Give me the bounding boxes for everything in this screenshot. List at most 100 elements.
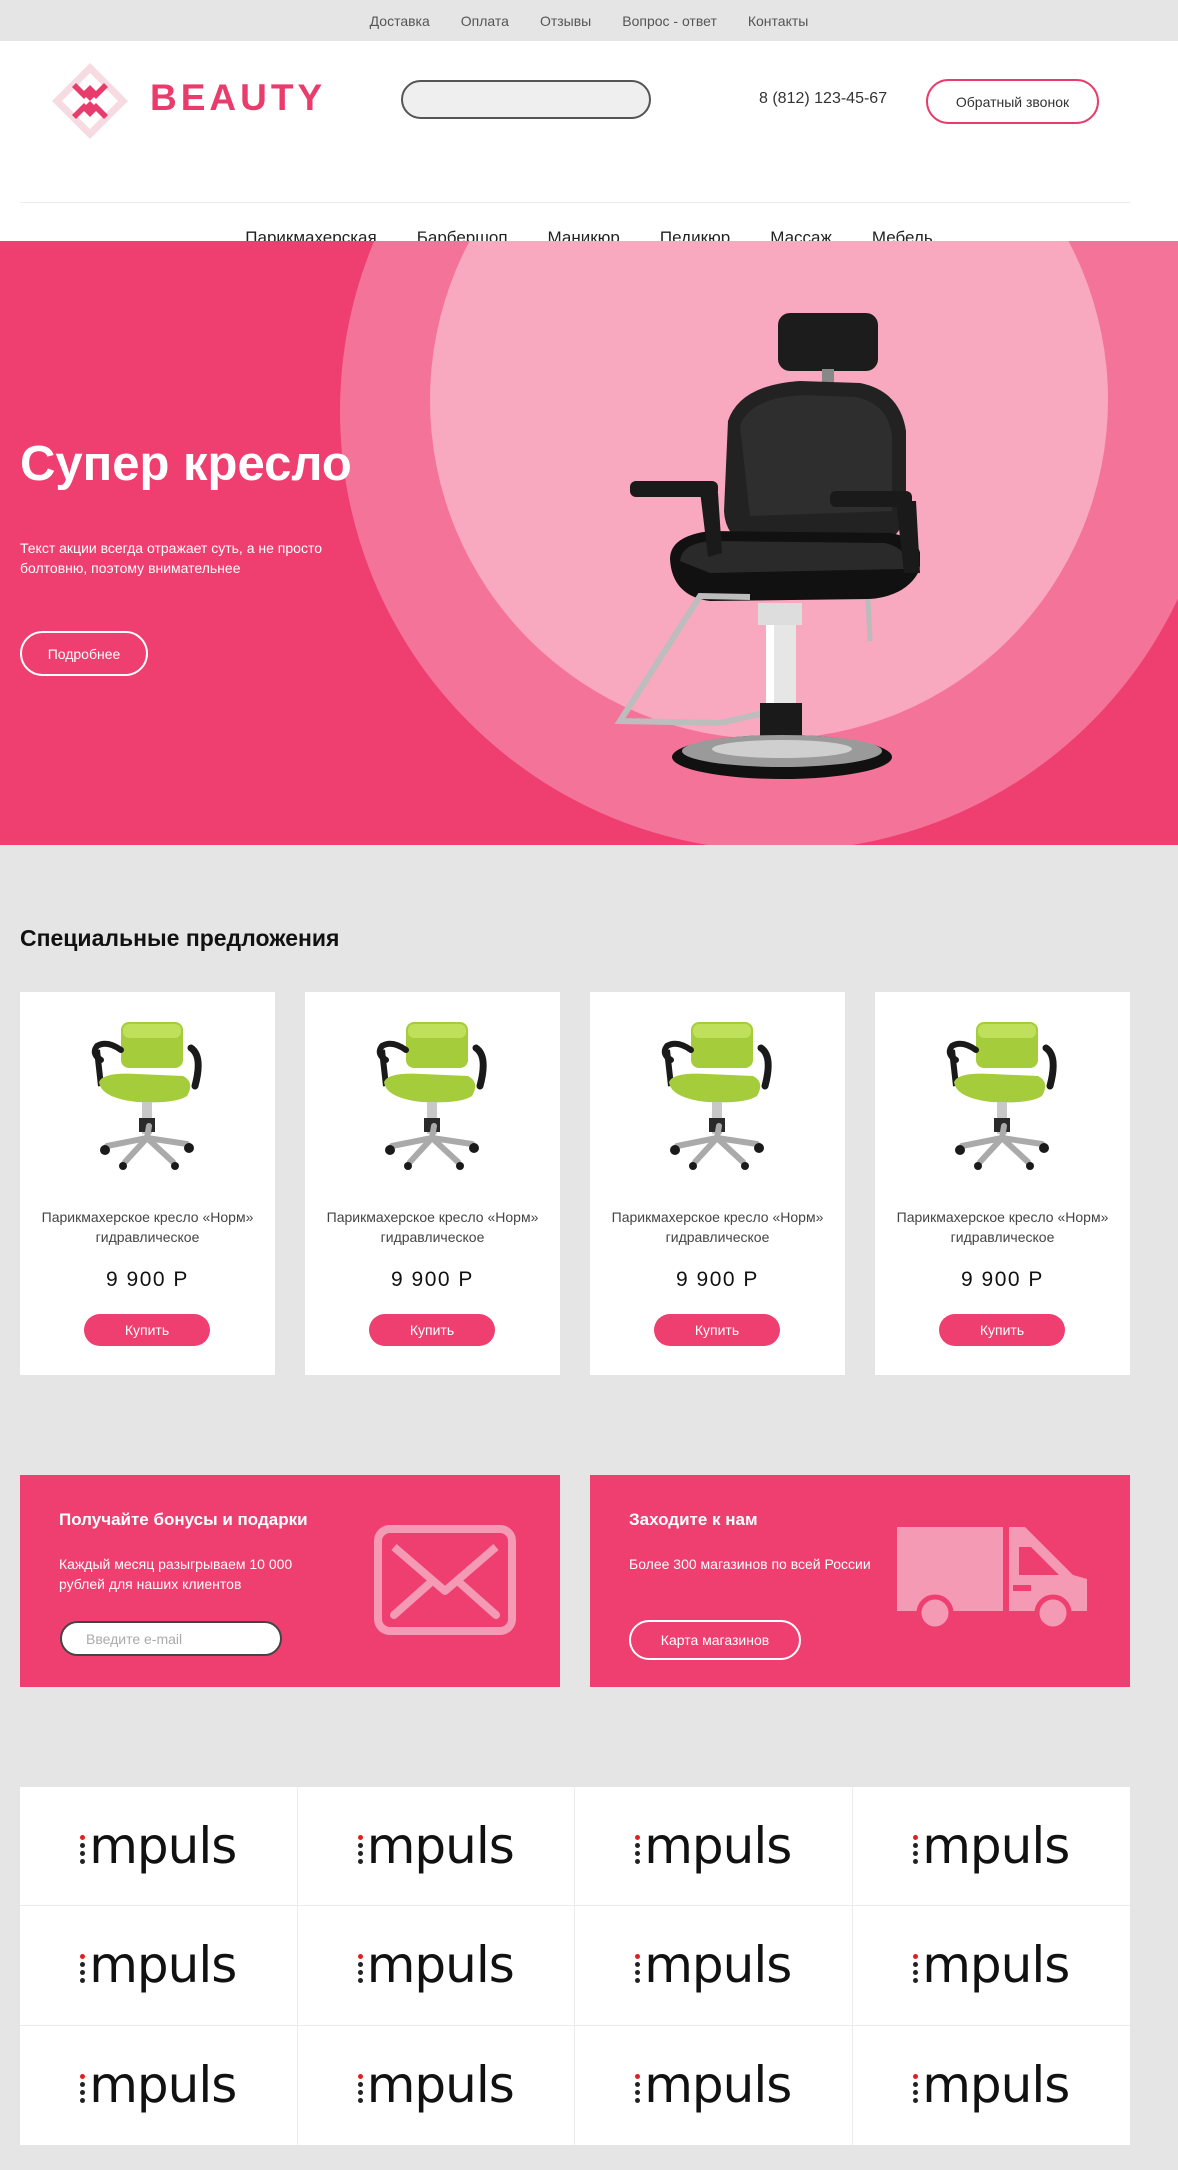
logo-text: mpuls: [89, 2056, 237, 2115]
salon-chair-image: [376, 1022, 487, 1170]
hero-banner: Супер кресло Текст акции всегда отражает…: [0, 241, 1178, 845]
store-map-button[interactable]: Карта магазинов: [629, 1620, 801, 1660]
impuls-logo: mpuls: [913, 2056, 1070, 2115]
product-name[interactable]: Парикмахерское кресло «Норм» гидравличес…: [885, 1207, 1120, 1247]
logo-icon[interactable]: [50, 61, 130, 141]
product-name[interactable]: Парикмахерское кресло «Норм» гидравличес…: [600, 1207, 835, 1247]
impuls-logo: mpuls: [80, 2056, 237, 2115]
product-card[interactable]: Парикмахерское кресло «Норм» гидравличес…: [590, 992, 845, 1375]
logo-dots: [635, 2073, 641, 2103]
buy-button[interactable]: Купить: [369, 1314, 495, 1346]
callback-button[interactable]: Обратный звонок: [926, 79, 1099, 124]
logo-text: mpuls: [922, 2056, 1070, 2115]
logo-dots: [80, 1834, 86, 1864]
logo-text: mpuls: [644, 2056, 792, 2115]
partner-logo[interactable]: mpuls: [575, 2025, 853, 2145]
hero-title: Супер кресло: [20, 437, 352, 491]
logo-text: mpuls: [366, 2056, 515, 2115]
logo-text: mpuls: [366, 1936, 515, 1995]
brand-name[interactable]: BEAUTY: [150, 77, 326, 119]
bonus-text: Каждый месяц разыгрываем 10 000 рублей д…: [59, 1556, 293, 1592]
impuls-logo: mpuls: [635, 1936, 792, 1995]
search-input[interactable]: [401, 80, 651, 119]
partner-logos: mpuls mpuls mpuls mpuls mpuls mpuls mpul…: [20, 1787, 1130, 2145]
logo-dots: [80, 2073, 86, 2103]
partner-logo[interactable]: mpuls: [297, 1906, 575, 2026]
logo-text: mpuls: [89, 1936, 237, 1995]
delivery-truck-icon: [897, 1527, 1087, 1629]
partner-logo[interactable]: mpuls: [20, 2025, 298, 2145]
header: BEAUTY 8 (812) 123-45-67 Обратный звонок…: [0, 41, 1178, 247]
partner-logo[interactable]: mpuls: [20, 1787, 298, 1907]
top-nav-delivery[interactable]: Доставка: [370, 13, 430, 29]
product-card[interactable]: Парикмахерское кресло «Норм» гидравличес…: [875, 992, 1130, 1375]
logo-dots: [913, 1834, 919, 1864]
salon-chair-image: [91, 1022, 202, 1170]
barber-chair-image: [614, 313, 920, 779]
impuls-logo: mpuls: [913, 1936, 1070, 1995]
buy-button[interactable]: Купить: [939, 1314, 1065, 1346]
product-price: 9 900 Р: [106, 1268, 189, 1291]
partner-logo[interactable]: mpuls: [20, 1906, 298, 2026]
top-nav-reviews[interactable]: Отзывы: [540, 13, 591, 29]
logo-text: mpuls: [644, 1817, 792, 1876]
logo-dots: [357, 1953, 363, 1983]
envelope-icon: [374, 1525, 516, 1635]
phone-number[interactable]: 8 (812) 123-45-67: [759, 90, 887, 108]
impuls-logo: mpuls: [357, 1936, 515, 1995]
impuls-logo: mpuls: [80, 1817, 237, 1876]
partner-logo[interactable]: mpuls: [852, 1787, 1130, 1907]
buy-button[interactable]: Купить: [84, 1314, 210, 1346]
stores-text: Более 300 магазинов по всей России: [629, 1556, 871, 1572]
logo-text: mpuls: [922, 1817, 1070, 1876]
logo-dots: [913, 2073, 919, 2103]
logo-text: mpuls: [922, 1936, 1070, 1995]
product-card[interactable]: Парикмахерское кресло «Норм» гидравличес…: [20, 992, 275, 1375]
logo-dots: [357, 2073, 363, 2103]
salon-chair-image: [946, 1022, 1057, 1170]
top-nav-contacts[interactable]: Контакты: [748, 13, 808, 29]
logo-dots: [635, 1834, 641, 1864]
impuls-logo: mpuls: [80, 1936, 237, 1995]
logo-text: mpuls: [366, 1817, 515, 1876]
hero-text: Текст акции всегда отражает суть, а не п…: [20, 540, 322, 576]
product-price: 9 900 Р: [391, 1268, 474, 1291]
logo-text: mpuls: [89, 1817, 237, 1876]
partner-logo[interactable]: mpuls: [853, 2026, 1131, 2145]
header-row: BEAUTY 8 (812) 123-45-67 Обратный звонок: [0, 41, 1178, 201]
product-name[interactable]: Парикмахерское кресло «Норм» гидравличес…: [30, 1207, 265, 1247]
impuls-logo: mpuls: [913, 1817, 1070, 1876]
buy-button[interactable]: Купить: [654, 1314, 780, 1346]
bonus-promo: Получайте бонусы и подарки Каждый месяц …: [20, 1475, 560, 1687]
top-nav-faq[interactable]: Вопрос - ответ: [622, 13, 717, 29]
partner-logo[interactable]: mpuls: [297, 1787, 575, 1907]
partner-logo[interactable]: mpuls: [575, 1906, 853, 2026]
header-divider: [20, 202, 1130, 203]
impuls-logo: mpuls: [357, 1817, 515, 1876]
specials-title: Специальные предложения: [20, 925, 340, 951]
product-price: 9 900 Р: [676, 1268, 759, 1291]
top-nav-payment[interactable]: Оплата: [461, 13, 509, 29]
stores-promo: Заходите к нам Более 300 магазинов по вс…: [590, 1475, 1130, 1687]
logo-dots: [357, 1834, 363, 1864]
logo-dots: [80, 1953, 86, 1983]
impuls-logo: mpuls: [635, 1817, 792, 1876]
salon-chair-image: [661, 1022, 772, 1170]
impuls-logo: mpuls: [635, 2056, 792, 2115]
partner-logo[interactable]: mpuls: [852, 1906, 1130, 2026]
logo-dots: [913, 1953, 919, 1983]
product-card[interactable]: Парикмахерское кресло «Норм» гидравличес…: [305, 992, 560, 1375]
product-list: Парикмахерское кресло «Норм» гидравличес…: [20, 992, 1130, 1375]
product-price: 9 900 Р: [961, 1268, 1044, 1291]
email-field[interactable]: [60, 1621, 282, 1656]
logo-text: mpuls: [644, 1936, 792, 1995]
impuls-logo: mpuls: [357, 2056, 515, 2115]
logo-dots: [635, 1953, 641, 1983]
stores-title: Заходите к нам: [629, 1510, 758, 1529]
partner-logo[interactable]: mpuls: [298, 2025, 575, 2145]
bonus-title: Получайте бонусы и подарки: [59, 1510, 308, 1529]
partner-logo[interactable]: mpuls: [575, 1787, 853, 1907]
product-name[interactable]: Парикмахерское кресло «Норм» гидравличес…: [315, 1207, 550, 1247]
top-nav: Доставка Оплата Отзывы Вопрос - ответ Ко…: [0, 0, 1178, 41]
hero-more-button[interactable]: Подробнее: [20, 631, 148, 676]
